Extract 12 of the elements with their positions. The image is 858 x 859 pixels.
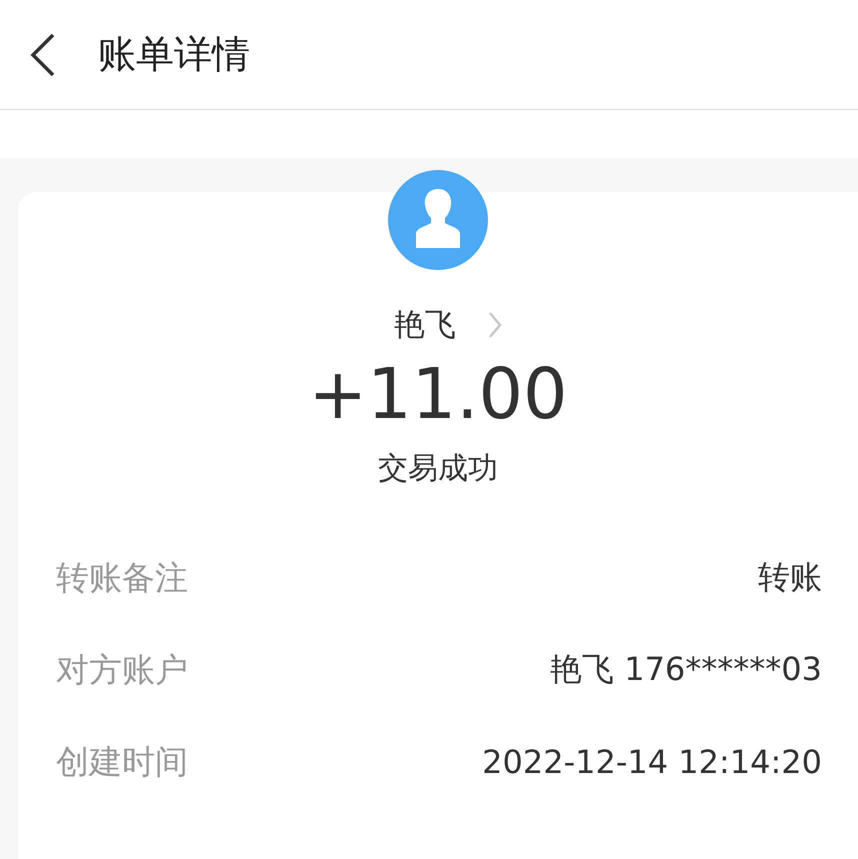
detail-label: 转账备注 (56, 556, 188, 598)
status-text: 交易成功 (378, 450, 498, 488)
chevron-right-icon (488, 311, 502, 339)
amount: +11.00 (308, 352, 568, 437)
page-title: 账单详情 (98, 31, 250, 78)
detail-value: 转账 (758, 557, 822, 598)
detail-value: 艳飞 176******03 (550, 649, 822, 690)
back-icon (28, 32, 56, 78)
detail-value: 2022-12-14 12:14:20 (482, 743, 822, 781)
detail-label: 对方账户 (56, 648, 188, 690)
payee-name-link[interactable]: 艳飞 (374, 304, 502, 346)
detail-label: 创建时间 (56, 740, 188, 782)
